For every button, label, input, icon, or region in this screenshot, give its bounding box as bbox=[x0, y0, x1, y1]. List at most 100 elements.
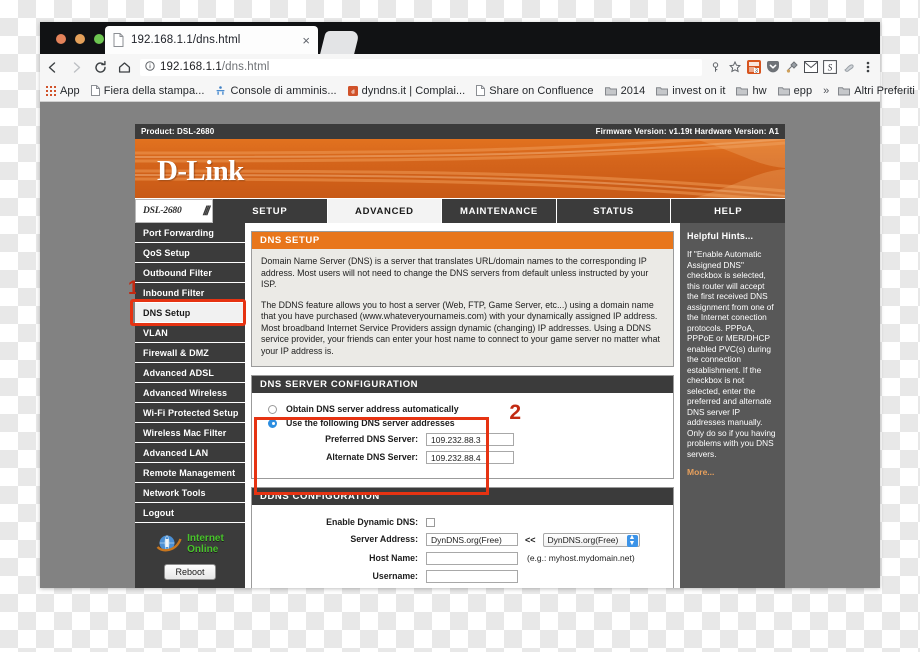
dlink-logo: D-Link bbox=[157, 155, 244, 187]
sidebar-item-firewall-dmz[interactable]: Firewall & DMZ bbox=[135, 343, 245, 363]
sidebar-item-qos-setup[interactable]: QoS Setup bbox=[135, 243, 245, 263]
sidebar-item-port-forwarding[interactable]: Port Forwarding bbox=[135, 223, 245, 243]
close-window-button[interactable] bbox=[56, 34, 66, 44]
sidebar-item-outbound-filter[interactable]: Outbound Filter bbox=[135, 263, 245, 283]
brand-banner: D-Link bbox=[135, 139, 785, 199]
main-nav-tabs: DSL-2680 /// SETUP ADVANCED MAINTENANCE … bbox=[135, 199, 785, 223]
annotation-marker-1: 1 bbox=[128, 278, 136, 299]
bookmarks-bar: App Fiera della stampa... Console di amm… bbox=[40, 80, 915, 102]
alternate-dns-label: Alternate DNS Server: bbox=[326, 452, 418, 463]
host-name-row: Host Name: (e.g.: myhost.mydomain.net) bbox=[261, 551, 664, 565]
pocket-extension-icon[interactable] bbox=[765, 60, 780, 75]
bookmark-folder-epp[interactable]: epp bbox=[777, 85, 813, 97]
host-name-input[interactable] bbox=[426, 551, 518, 565]
page-icon bbox=[113, 33, 124, 47]
sidebar-item-advanced-lan[interactable]: Advanced LAN bbox=[135, 443, 245, 463]
preferred-dns-input[interactable]: 109.232.88.3 bbox=[426, 433, 514, 446]
tab-help[interactable]: HELP bbox=[671, 199, 785, 223]
radio-obtain-dns-automatically[interactable] bbox=[268, 404, 277, 414]
address-bar[interactable]: 192.168.1.1/dns.html bbox=[140, 58, 702, 76]
dns-setup-title: DNS SETUP bbox=[252, 232, 673, 249]
username-row: Username: bbox=[261, 569, 664, 583]
alternate-dns-input[interactable]: 109.232.88.4 bbox=[426, 451, 514, 464]
paint-extension-icon[interactable] bbox=[841, 60, 856, 75]
enable-dynamic-dns-checkbox[interactable] bbox=[426, 517, 435, 527]
maximize-window-button[interactable] bbox=[94, 34, 104, 44]
preferred-dns-row: Preferred DNS Server: 109.232.88.3 bbox=[261, 433, 664, 446]
bookmark-console-di-amministrazione[interactable]: Console di amminis... bbox=[215, 85, 337, 97]
host-name-label: Host Name: bbox=[369, 552, 418, 563]
info-icon[interactable] bbox=[145, 58, 155, 76]
model-label: DSL-2680 bbox=[143, 206, 182, 216]
new-tab-button[interactable] bbox=[320, 31, 360, 54]
server-address-row: Server Address: DynDNS.org(Free) << DynD… bbox=[261, 532, 664, 547]
reboot-button[interactable]: Reboot bbox=[164, 564, 216, 580]
folder-icon bbox=[838, 86, 851, 96]
sidebar-item-network-tools[interactable]: Network Tools bbox=[135, 483, 245, 503]
dns-setup-paragraph-2: The DDNS feature allows you to host a se… bbox=[261, 299, 660, 356]
dns-mode-auto-row[interactable]: Obtain DNS server address automatically bbox=[268, 404, 664, 414]
sidebar-item-wireless-mac-filter[interactable]: Wireless Mac Filter bbox=[135, 423, 245, 443]
bookmark-label: hw bbox=[752, 84, 767, 97]
tools-extension-icon[interactable] bbox=[784, 60, 799, 75]
bookmarks-overflow-button[interactable]: » bbox=[823, 85, 829, 97]
bookmark-fiera-della-stampa[interactable]: Fiera della stampa... bbox=[90, 85, 205, 97]
close-icon[interactable]: × bbox=[302, 34, 310, 47]
helpful-hints-body: If "Enable Automatic Assigned DNS" check… bbox=[687, 249, 776, 459]
home-icon[interactable] bbox=[112, 55, 136, 79]
tab-status[interactable]: STATUS bbox=[556, 199, 672, 223]
tab-maintenance[interactable]: MAINTENANCE bbox=[442, 199, 557, 223]
dns-server-configuration-title: DNS SERVER CONFIGURATION bbox=[252, 376, 673, 393]
tab-advanced[interactable]: ADVANCED bbox=[327, 199, 443, 223]
toolbar-icons: 3 S bbox=[708, 60, 880, 75]
sidebar-item-dns-setup[interactable]: DNS Setup bbox=[135, 303, 245, 323]
window-traffic-lights bbox=[56, 34, 104, 44]
folder-icon bbox=[604, 86, 617, 96]
browser-tab-active[interactable]: 192.168.1.1/dns.html × bbox=[105, 26, 318, 54]
browser-window: 192.168.1.1/dns.html × 192.168.1.1/dns.h… bbox=[40, 22, 915, 588]
bookmark-share-on-confluence[interactable]: Share on Confluence bbox=[476, 85, 594, 97]
dns-mode-manual-row[interactable]: Use the following DNS server addresses bbox=[268, 418, 664, 428]
bookmark-folder-invest-on-it[interactable]: invest on it bbox=[656, 85, 725, 97]
internet-status-row: Internet Online bbox=[135, 533, 245, 555]
key-icon[interactable] bbox=[708, 60, 723, 75]
minimize-window-button[interactable] bbox=[75, 34, 85, 44]
sidebar-item-inbound-filter[interactable]: Inbound Filter bbox=[135, 283, 245, 303]
product-bar: Product: DSL-2680 Firmware Version: v1.1… bbox=[135, 124, 785, 139]
dns-setup-paragraph-1: Domain Name Server (DNS) is a server tha… bbox=[261, 256, 649, 289]
sidebar-item-advanced-wireless[interactable]: Advanced Wireless bbox=[135, 383, 245, 403]
bookmark-folder-2014[interactable]: 2014 bbox=[604, 85, 646, 97]
bookmark-label: App bbox=[60, 84, 80, 97]
helpful-hints-more-link[interactable]: More... bbox=[687, 467, 778, 477]
calendar-extension-icon[interactable]: 3 bbox=[746, 60, 761, 75]
folder-icon bbox=[656, 86, 669, 96]
bookmark-label: Altri Preferiti bbox=[854, 84, 915, 97]
forward-icon[interactable] bbox=[64, 55, 88, 79]
dyndns-icon: d bbox=[347, 85, 358, 96]
internet-status-label: Internet Online bbox=[187, 533, 224, 555]
mail-extension-icon[interactable] bbox=[803, 60, 818, 75]
back-icon[interactable] bbox=[40, 55, 64, 79]
bookmark-folder-hw[interactable]: hw bbox=[736, 84, 767, 97]
sidebar-item-wifi-protected-setup[interactable]: Wi-Fi Protected Setup bbox=[135, 403, 245, 423]
sidebar-item-logout[interactable]: Logout bbox=[135, 503, 245, 523]
chevron-updown-icon[interactable]: ▲ ▼ bbox=[626, 534, 638, 547]
dns-server-configuration-body: Obtain DNS server address automatically … bbox=[252, 393, 673, 495]
bookmark-app[interactable]: App bbox=[46, 85, 80, 97]
kebab-menu-icon[interactable] bbox=[860, 60, 875, 75]
bookmark-dyndns[interactable]: d dyndns.it | Complai... bbox=[347, 84, 466, 97]
s-extension-icon[interactable]: S bbox=[822, 60, 837, 75]
tab-setup[interactable]: SETUP bbox=[213, 199, 328, 223]
server-address-select-value: DynDNS.org(Free) bbox=[547, 534, 619, 545]
username-input[interactable] bbox=[426, 569, 518, 583]
sidebar-item-vlan[interactable]: VLAN bbox=[135, 323, 245, 343]
server-address-input[interactable]: DynDNS.org(Free) bbox=[426, 533, 518, 546]
reload-icon[interactable] bbox=[88, 55, 112, 79]
bookmark-other-bookmarks[interactable]: Altri Preferiti bbox=[838, 85, 915, 97]
sidebar-item-remote-management[interactable]: Remote Management bbox=[135, 463, 245, 483]
star-icon[interactable] bbox=[727, 60, 742, 75]
server-address-select[interactable]: DynDNS.org(Free) ▲ ▼ bbox=[542, 532, 640, 547]
sidebar-item-advanced-adsl[interactable]: Advanced ADSL bbox=[135, 363, 245, 383]
radio-use-following-dns[interactable] bbox=[268, 418, 277, 428]
bookmark-label: dyndns.it | Complai... bbox=[361, 84, 466, 97]
